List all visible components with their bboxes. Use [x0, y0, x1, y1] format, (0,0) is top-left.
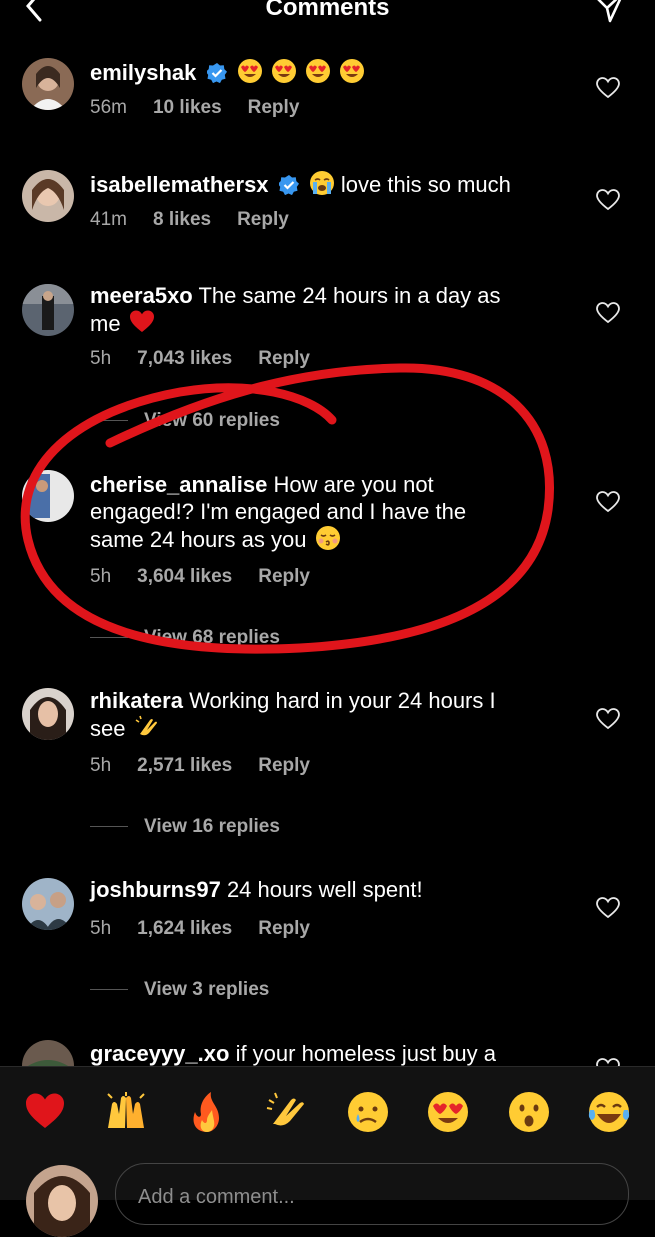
crying-face-reaction-icon[interactable]	[346, 1090, 390, 1134]
view-replies-label: View 3 replies	[144, 979, 270, 1000]
red-heart-emoji-icon	[129, 310, 154, 332]
like-heart-icon[interactable]	[596, 708, 620, 730]
tears-of-joy-reaction-icon[interactable]	[587, 1090, 631, 1134]
reply-button[interactable]: Reply	[258, 566, 310, 587]
like-heart-icon[interactable]	[596, 77, 620, 99]
view-replies-button[interactable]: View 3 replies	[90, 979, 269, 1001]
view-replies-button[interactable]: View 60 replies	[90, 410, 280, 432]
comment-time: 5h	[90, 348, 112, 369]
reply-button[interactable]: Reply	[258, 918, 310, 939]
comment-text: if your homeless just buy a	[235, 1041, 497, 1066]
reply-button[interactable]: Reply	[237, 209, 289, 230]
comment-likes[interactable]: 1,624 likes	[137, 918, 232, 939]
comment-text: Working hard in your 24 hours I	[189, 688, 496, 713]
kissing-face-emoji-icon	[315, 526, 340, 550]
comment-text: me	[90, 311, 121, 336]
comment-time: 5h	[90, 918, 112, 939]
raising-hands-reaction-icon[interactable]	[104, 1090, 148, 1134]
red-heart-reaction-icon[interactable]	[23, 1090, 67, 1134]
view-replies-button[interactable]: View 68 replies	[90, 627, 280, 649]
comment-meta: 5h 7,043 likes Reply	[90, 348, 336, 370]
avatar[interactable]	[22, 688, 74, 740]
view-replies-label: View 68 replies	[144, 627, 280, 648]
like-heart-icon[interactable]	[596, 491, 620, 513]
avatar[interactable]	[22, 470, 74, 522]
comment-text: love this so much	[340, 172, 511, 197]
crying-face-emoji-icon	[309, 171, 334, 195]
comment-username[interactable]: cherise_annalise	[90, 472, 267, 497]
verified-badge-icon	[278, 175, 299, 195]
heart-eyes-reaction-icon[interactable]	[426, 1090, 470, 1134]
verified-badge-icon	[206, 63, 227, 83]
comment-likes[interactable]: 3,604 likes	[137, 566, 232, 587]
comment-text: 24 hours well spent!	[226, 877, 423, 902]
comment-time: 5h	[90, 755, 112, 776]
like-heart-icon[interactable]	[596, 897, 620, 919]
like-heart-icon[interactable]	[596, 302, 620, 324]
view-replies-label: View 60 replies	[144, 410, 280, 431]
comment-text: How are you not	[273, 472, 434, 497]
comment-meta: 5h 3,604 likes Reply	[90, 566, 336, 588]
clapping-hands-reaction-icon[interactable]	[265, 1090, 309, 1134]
view-replies-button[interactable]: View 16 replies	[90, 816, 280, 838]
comment-username[interactable]: meera5xo	[90, 283, 193, 308]
direct-message-icon[interactable]	[592, 0, 626, 24]
comment-input[interactable]: Add a comment...	[115, 1163, 629, 1225]
surprised-face-reaction-icon[interactable]	[507, 1090, 551, 1134]
comment-meta: 41m 8 likes Reply	[90, 209, 315, 231]
heart-eyes-emoji-icon	[305, 59, 330, 83]
reply-button[interactable]: Reply	[258, 755, 310, 776]
comment-text: The same 24 hours in a day as	[198, 283, 501, 308]
comment-likes[interactable]: 8 likes	[153, 209, 211, 230]
reply-button[interactable]: Reply	[248, 97, 300, 118]
comment-time: 5h	[90, 566, 112, 587]
comment-likes[interactable]: 10 likes	[153, 97, 222, 118]
comment-meta: 5h 1,624 likes Reply	[90, 918, 336, 940]
avatar[interactable]	[22, 878, 74, 930]
comment-input-placeholder: Add a comment...	[138, 1186, 295, 1208]
comment-text: see	[90, 716, 126, 741]
header: Comments	[0, 0, 655, 30]
comment-username[interactable]: isabellemathersx	[90, 172, 269, 197]
comment-username[interactable]: joshburns97	[90, 877, 221, 902]
heart-eyes-emoji-icon	[237, 59, 262, 83]
avatar[interactable]	[22, 58, 74, 110]
comment-username[interactable]: rhikatera	[90, 688, 183, 713]
comment-text: same 24 hours as you	[90, 527, 307, 552]
comment-time: 56m	[90, 97, 127, 118]
heart-eyes-emoji-icon	[340, 59, 365, 83]
heart-eyes-emoji-icon	[271, 59, 296, 83]
comment-username[interactable]: emilyshak	[90, 60, 196, 85]
comment-meta: 5h 2,571 likes Reply	[90, 755, 336, 777]
comment-meta: 56m 10 likes Reply	[90, 97, 325, 119]
comment-username[interactable]: graceyyy_.xo	[90, 1041, 229, 1066]
comment-time: 41m	[90, 209, 127, 230]
avatar[interactable]	[22, 170, 74, 222]
fire-reaction-icon[interactable]	[185, 1090, 229, 1134]
comment-likes[interactable]: 7,043 likes	[137, 348, 232, 369]
reply-button[interactable]: Reply	[258, 348, 310, 369]
view-replies-label: View 16 replies	[144, 816, 280, 837]
comment-likes[interactable]: 2,571 likes	[137, 755, 232, 776]
avatar[interactable]	[22, 284, 74, 336]
page-title: Comments	[265, 0, 390, 21]
clapping-hands-emoji-icon	[135, 715, 157, 736]
current-user-avatar[interactable]	[26, 1165, 98, 1237]
like-heart-icon[interactable]	[596, 189, 620, 211]
comment-text: engaged!? I'm engaged and I have the	[90, 499, 467, 524]
